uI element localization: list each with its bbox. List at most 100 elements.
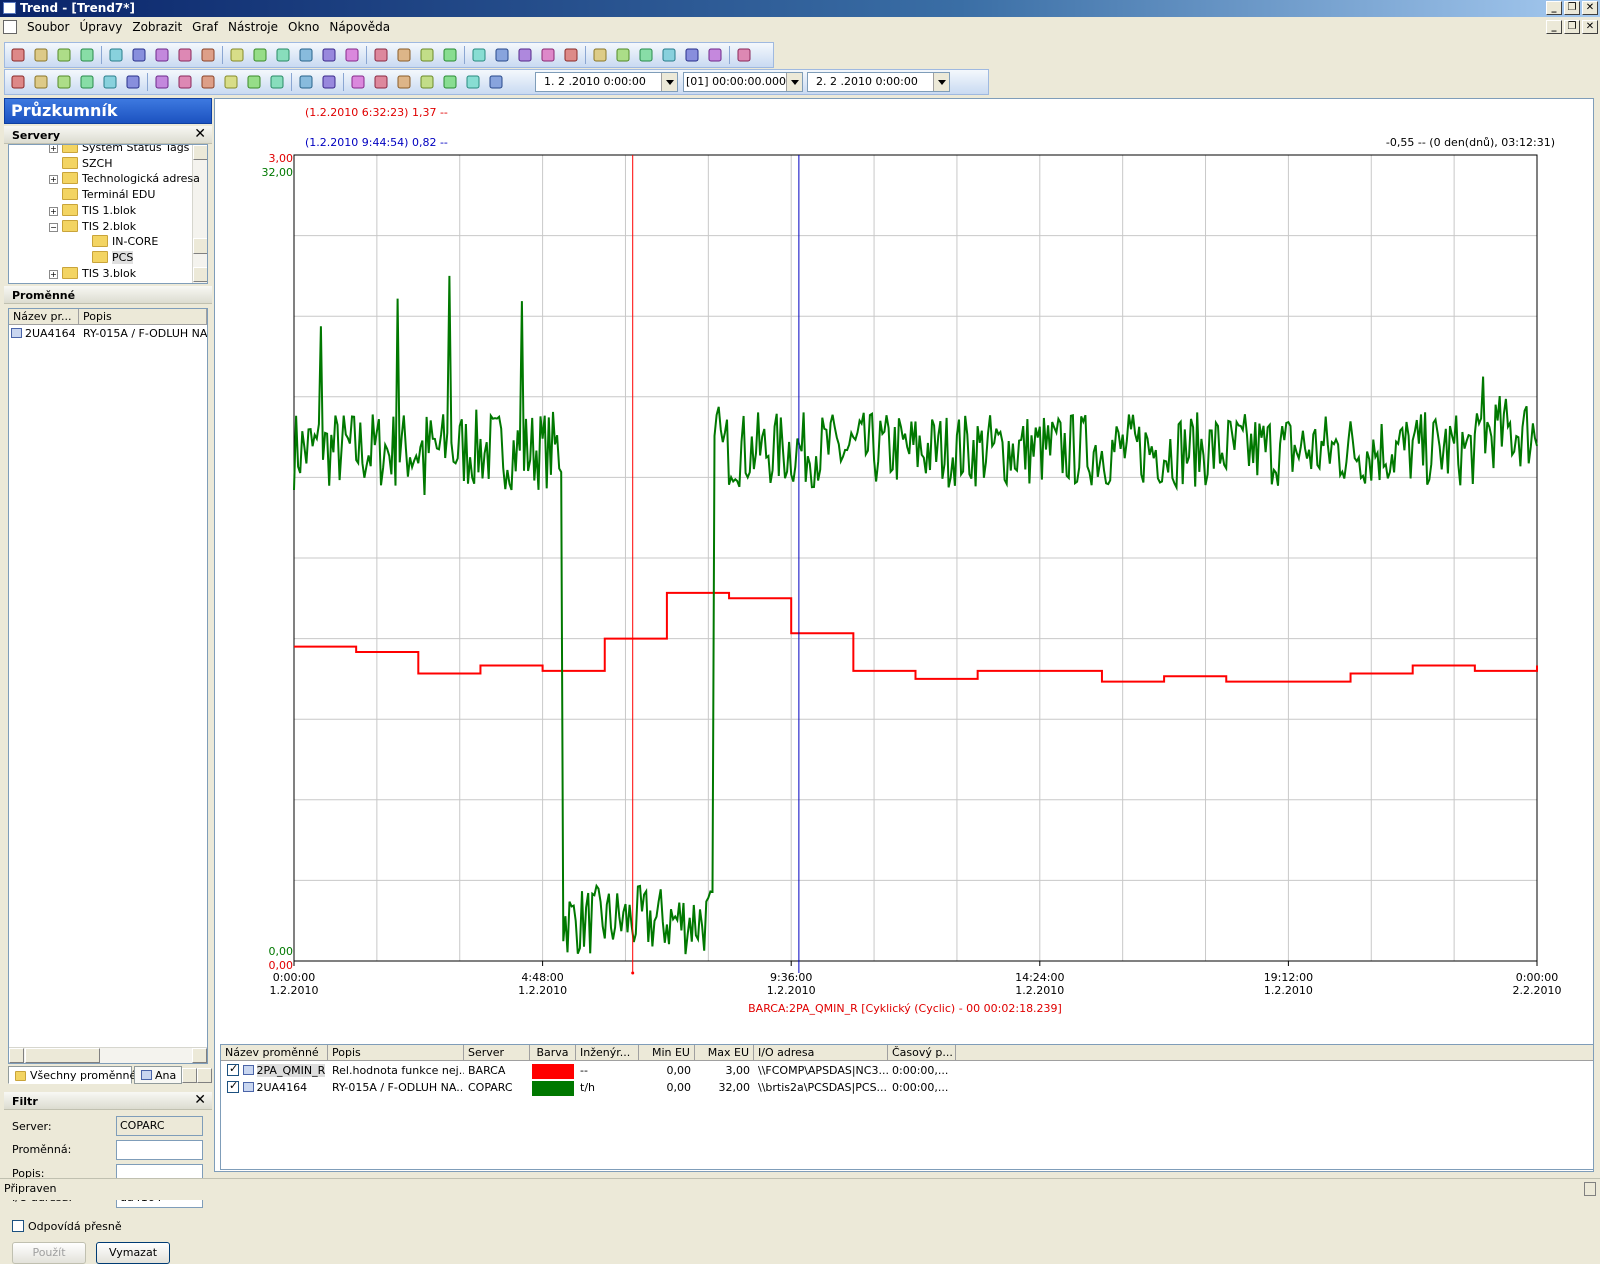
tree-item[interactable]: + System Status Tags <box>49 145 189 157</box>
col-unit[interactable]: Inženýr... <box>576 1045 639 1061</box>
copy-icon[interactable] <box>297 46 315 64</box>
expand-icon[interactable]: + <box>49 269 58 279</box>
bookmark-icon[interactable] <box>539 46 557 64</box>
chart-multi-icon[interactable] <box>493 46 511 64</box>
menu-okno[interactable]: Okno <box>283 20 324 34</box>
window-icon[interactable] <box>683 46 701 64</box>
server-field[interactable]: COPARC <box>116 1116 203 1136</box>
tree-item[interactable]: + TIS 3.blok <box>49 266 136 283</box>
chart-multi-icon[interactable] <box>487 73 505 91</box>
col-server[interactable]: Server <box>464 1045 530 1061</box>
page-setup-icon[interactable] <box>124 73 142 91</box>
redo-icon[interactable] <box>251 46 269 64</box>
apply-button[interactable]: Použít <box>12 1242 86 1264</box>
tab-analog[interactable]: Ana <box>134 1066 182 1084</box>
tree-item[interactable]: IN-CORE <box>79 235 158 251</box>
close-button[interactable]: ✕ <box>1582 1 1598 15</box>
visible-checkbox[interactable] <box>227 1063 239 1076</box>
menu-soubor[interactable]: Soubor <box>22 20 74 34</box>
copy-chart-icon[interactable] <box>199 46 217 64</box>
tree-item[interactable]: + TIS 1.blok <box>49 203 136 220</box>
menu-graf[interactable]: Graf <box>187 20 223 34</box>
child-restore-button[interactable]: ❐ <box>1564 20 1580 34</box>
properties-icon[interactable] <box>349 73 367 91</box>
chart-line-icon[interactable] <box>470 46 488 64</box>
chevron-down-icon[interactable] <box>786 73 802 91</box>
print-preview-icon[interactable] <box>107 46 125 64</box>
redo-icon[interactable] <box>245 73 263 91</box>
new-icon[interactable] <box>9 73 27 91</box>
end-time-combo[interactable]: 2. 2 .2010 0:00:00 <box>807 72 950 92</box>
undo-icon[interactable] <box>228 46 246 64</box>
new-icon[interactable] <box>9 46 27 64</box>
close-icon[interactable]: ✕ <box>194 1092 206 1108</box>
tree-scrollbar[interactable] <box>192 145 207 283</box>
panel-icon[interactable] <box>706 46 724 64</box>
col-color[interactable]: Barva <box>530 1045 576 1061</box>
properties-icon[interactable] <box>343 46 361 64</box>
visible-checkbox[interactable] <box>227 1080 239 1093</box>
child-minimize-button[interactable]: _ <box>1546 20 1562 34</box>
col-io[interactable]: I/O adresa <box>754 1045 888 1061</box>
table-view-icon[interactable] <box>660 46 678 64</box>
menu-zobrazit[interactable]: Zobrazit <box>127 20 187 34</box>
export-icon[interactable] <box>176 46 194 64</box>
table-icon[interactable] <box>418 46 436 64</box>
cursor-icon[interactable] <box>591 46 609 64</box>
table-row[interactable]: 2UA4164 RY-015A / F-ODLUH NA... COPARC t… <box>221 1080 1593 1097</box>
tab-all-variables[interactable]: Všechny proměnné <box>8 1066 136 1084</box>
save-icon[interactable] <box>78 73 96 91</box>
tree-item[interactable]: Terminál EDU <box>49 188 155 204</box>
open-icon[interactable] <box>32 73 50 91</box>
interval-combo[interactable]: [01] 00:00:00.000 <box>683 72 803 92</box>
column-header-desc[interactable]: Popis <box>79 309 207 325</box>
scroll-right-button[interactable] <box>192 1048 207 1063</box>
help-icon[interactable] <box>735 46 753 64</box>
chart-line-icon[interactable] <box>464 73 482 91</box>
undo-icon[interactable] <box>222 73 240 91</box>
color-swatch-cell[interactable] <box>530 1063 576 1080</box>
expand-icon[interactable]: + <box>49 206 58 216</box>
clear-button[interactable]: Vymazat <box>96 1242 170 1264</box>
scroll-thumb[interactable] <box>25 1048 100 1063</box>
table-row[interactable]: 2PA_QMIN_R Rel.hodnota funkce nej... BAR… <box>221 1063 1593 1080</box>
page-setup-icon[interactable] <box>130 46 148 64</box>
variable-field[interactable] <box>116 1140 203 1160</box>
scroll-down-button[interactable] <box>193 267 207 282</box>
start-time-combo[interactable]: 1. 2 .2010 0:00:00 <box>535 72 678 92</box>
open-icon[interactable] <box>32 46 50 64</box>
tree-item[interactable]: + Technologická adresa <box>49 172 200 188</box>
grid-icon[interactable] <box>395 46 413 64</box>
document-icon[interactable] <box>3 20 17 34</box>
scroll-left-button[interactable] <box>9 1048 24 1063</box>
chevron-down-icon[interactable] <box>661 73 677 91</box>
exact-match-checkbox[interactable]: Odpovídá přesně <box>12 1220 122 1233</box>
expand-icon[interactable]: + <box>49 175 58 185</box>
col-max[interactable]: Max EU <box>695 1045 754 1061</box>
cut-icon[interactable] <box>268 73 286 91</box>
eraser-icon[interactable] <box>562 46 580 64</box>
menu-upravy[interactable]: Úpravy <box>74 20 127 34</box>
paste-icon[interactable] <box>320 73 338 91</box>
list-item[interactable]: 2UA4164 RY-015A / F-ODLUH NA P <box>11 327 207 343</box>
tree-item[interactable]: SZCH <box>49 156 112 173</box>
print-preview-icon[interactable] <box>101 73 119 91</box>
copy-chart-icon[interactable] <box>199 73 217 91</box>
resize-grip-icon[interactable] <box>1584 1182 1596 1196</box>
scroll-thumb[interactable] <box>193 238 207 254</box>
list-icon[interactable] <box>372 73 390 91</box>
minimize-button[interactable]: _ <box>1546 1 1562 15</box>
expand-icon[interactable]: − <box>49 222 58 232</box>
color-swatch[interactable] <box>532 1064 574 1079</box>
color-swatch-cell[interactable] <box>530 1080 576 1097</box>
print-icon[interactable] <box>153 73 171 91</box>
marker-icon[interactable] <box>516 46 534 64</box>
chevron-down-icon[interactable] <box>933 73 949 91</box>
cut-icon[interactable] <box>274 46 292 64</box>
close-icon[interactable]: ✕ <box>194 126 206 142</box>
chart-xy-icon[interactable] <box>441 46 459 64</box>
table-icon[interactable] <box>418 73 436 91</box>
menu-napoveda[interactable]: Nápověda <box>324 20 395 34</box>
tab-scroll-right[interactable] <box>197 1068 212 1083</box>
paste-icon[interactable] <box>320 46 338 64</box>
